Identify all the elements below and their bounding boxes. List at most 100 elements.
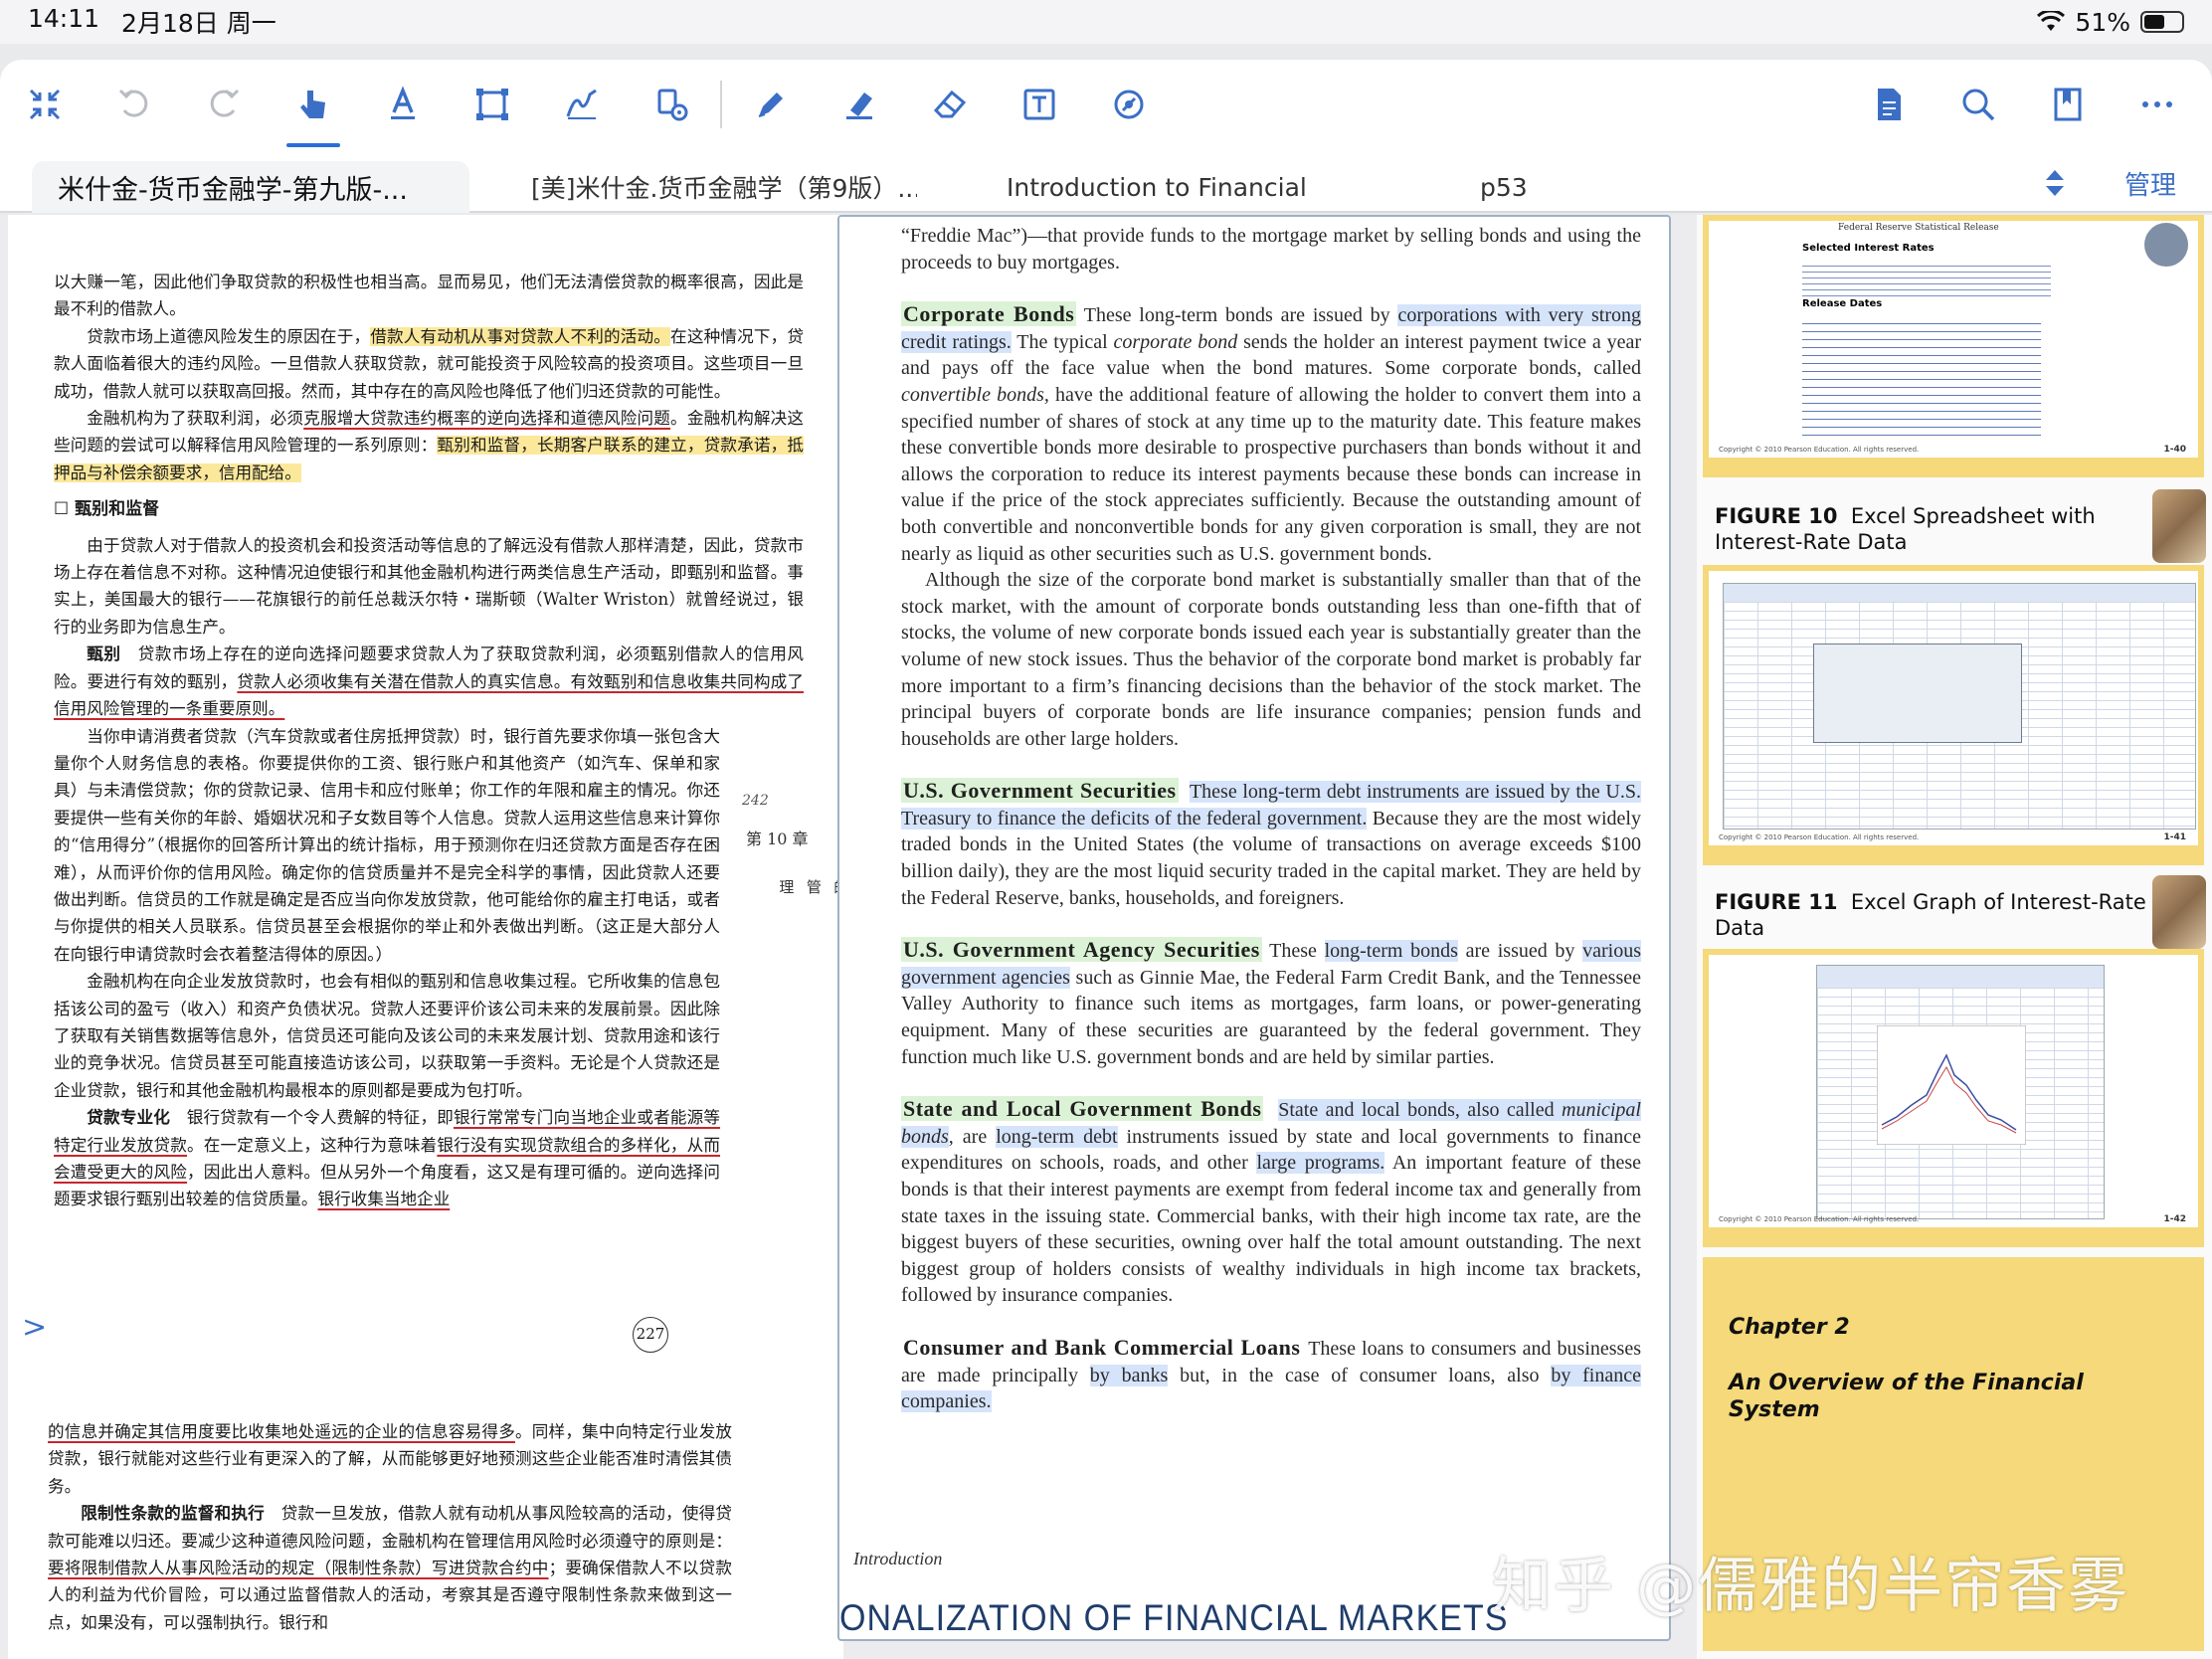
figure-caption: FIGURE 11 Excel Graph of Interest-Rate D… <box>1715 890 2146 940</box>
eagle-logo-icon <box>2144 223 2188 267</box>
select-rect-icon[interactable] <box>448 60 537 149</box>
underline-annotation[interactable]: 克服增大贷款违约概率的逆向选择和道德风险问题 <box>303 409 670 428</box>
chapter-label: Chapter 2 <box>1729 1315 1850 1340</box>
paragraph: Corporate Bonds These long-term bonds ar… <box>901 301 1642 565</box>
watermark-text: 知乎 @儒雅的半帘香雾 <box>1492 1552 2130 1621</box>
status-date: 2月18日 周一 <box>121 9 276 38</box>
paragraph: 金融机构在向企业发放贷款时，也会有相似的甄别和信息收集过程。它所收集的信息包括该… <box>54 972 720 1100</box>
highlight[interactable]: long-term debt <box>996 1125 1118 1148</box>
slide-heading: Federal Reserve Statistical Release <box>1838 223 1999 233</box>
paragraph: Although the size of the corporate bond … <box>901 569 1641 750</box>
slide-content: Federal Reserve Statistical Release Sele… <box>1709 221 2198 458</box>
page-footer: Introduction <box>853 1549 943 1568</box>
section-heading: Consumer and Bank Commercial Loans <box>903 1334 1301 1360</box>
paragraph: 由于贷款人对于借款人的投资机会和投资活动等信息的了解远没有借款人那样清楚，因此，… <box>54 535 804 637</box>
redo-icon[interactable] <box>179 60 269 149</box>
section-heading: U.S. Government Agency Securities <box>901 937 1262 963</box>
next-page-heading: ONALIZATION OF FINANCIAL MARKETS <box>839 1597 1509 1639</box>
document-tabs: 米什金-货币金融学-第九版-... [美]米什金.货币金融学（第9版）... I… <box>0 149 2212 213</box>
highlighter-icon[interactable] <box>816 60 905 149</box>
highlight[interactable]: State and local bonds, also called <box>1278 1099 1562 1122</box>
middle-page-english: “Freddie Mac”)—that provide funds to the… <box>837 215 1671 1641</box>
status-time: 14:11 <box>28 4 100 33</box>
search-icon[interactable] <box>1934 85 2023 124</box>
slide-page-number: 1-40 <box>2163 445 2186 455</box>
coins-image <box>2152 875 2206 949</box>
coins-image <box>2152 489 2206 563</box>
slide-subheading: Release Dates <box>1802 298 1883 309</box>
stamp-settings-icon[interactable] <box>627 60 716 149</box>
more-icon[interactable] <box>2113 85 2202 124</box>
toolbar-divider <box>720 81 722 128</box>
collapse-icon[interactable] <box>0 60 90 149</box>
slide-subheading: Selected Interest Rates <box>1802 243 1935 254</box>
excel-graph-image <box>1816 965 2105 1219</box>
shape-settings-icon[interactable] <box>1084 60 1174 149</box>
left-page-chinese: 以大赚一笔，因此他们争取贷款的积极性也相当高。显而易见，他们无法清偿贷款的概率很… <box>8 215 843 1659</box>
tab-mishkin-cn[interactable]: [美]米什金.货币金融学（第9版）... <box>531 161 917 213</box>
section-heading: ☐ 甄别和监督 <box>54 499 160 520</box>
slide-thumbnail[interactable]: Copyright © 2010 Pearson Education. All … <box>1703 565 2204 865</box>
slide-thumbnail[interactable]: Copyright © 2010 Pearson Education. All … <box>1703 949 2204 1247</box>
spreadsheet-image <box>1723 583 2196 830</box>
paragraph: U.S. Government Agency Securities These … <box>901 937 1641 1068</box>
pen-icon[interactable] <box>726 60 816 149</box>
chapter-title: An Overview of the Financial System <box>1729 1371 2084 1422</box>
tab-p53[interactable]: p53 <box>1480 161 1579 213</box>
slide-content: Copyright © 2010 Pearson Education. All … <box>1709 571 2198 845</box>
paragraph: 金融机构为了获取利润，必须克服增大贷款违约概率的逆向选择和道德风险问题。金融机构… <box>54 409 805 482</box>
highlight[interactable]: by banks <box>1089 1364 1169 1386</box>
chapter-number: 第 10 章 <box>746 830 809 848</box>
page-number: 227 <box>633 1317 668 1353</box>
document-viewer: 以大赚一笔，因此他们争取贷款的积极性也相当高。显而易见，他们无法清偿贷款的概率很… <box>0 215 2212 1659</box>
slide-thumbnail[interactable]: Federal Reserve Statistical Release Sele… <box>1703 215 2204 477</box>
next-page-text: 的信息并确定其信用度要比收集地处遥远的企业的信息容易得多。同样，集中向特定行业发… <box>48 1418 732 1636</box>
battery-icon <box>2140 11 2184 33</box>
highlight[interactable]: 借款人有动机从事对贷款人不利的活动。 <box>370 326 671 346</box>
slide-text-lines <box>1802 316 2041 436</box>
paragraph: 贷款专业化 银行贷款有一个令人费解的特征，即银行常常专门向当地企业或者能源等特定… <box>54 1107 721 1209</box>
hand-pointer-icon[interactable] <box>269 60 358 149</box>
paragraph: 甄别 贷款市场上存在的逆向选择问题要求贷款人为了获取贷款利润，必须甄别借款人的信… <box>54 644 805 719</box>
bookmark-icon[interactable] <box>2023 85 2113 124</box>
margin-note: 242 <box>742 793 769 809</box>
slide-page-number: 1-42 <box>2163 1214 2186 1224</box>
wifi-icon <box>2037 11 2066 31</box>
section-heading: Corporate Bonds <box>901 301 1077 327</box>
chevron-right-icon[interactable]: > <box>22 1312 47 1342</box>
slide-copyright: Copyright © 2010 Pearson Education. All … <box>1719 446 1920 454</box>
paragraph: State and Local Government Bonds State a… <box>901 1096 1641 1307</box>
signature-icon[interactable] <box>537 60 627 149</box>
tab-intro-financial[interactable]: Introduction to Financial <box>1007 161 1305 213</box>
paragraph: U.S. Government Securities These long-te… <box>901 778 1641 909</box>
slide-page-number: 1-41 <box>2163 832 2186 842</box>
underline-annotation[interactable]: 银行收集当地企业 <box>318 1190 451 1208</box>
battery-percent: 51% <box>2075 7 2130 37</box>
highlight[interactable]: long-term bonds <box>1324 940 1458 963</box>
undo-icon[interactable] <box>90 60 179 149</box>
paragraph: 贷款市场上道德风险发生的原因在于，借款人有动机从事对贷款人不利的活动。在这种情况… <box>54 326 805 401</box>
line-chart-image <box>1877 1025 2026 1145</box>
underline-annotation[interactable]: 的信息并确定其信用度要比收集地处遥远的企业的信息容易得多 <box>48 1422 515 1441</box>
document-icon[interactable] <box>1844 85 1934 124</box>
status-bar: 14:11 2月18日 周一 51% <box>0 0 2212 44</box>
highlight[interactable]: large programs. <box>1256 1152 1385 1175</box>
paragraph: 限制性条款的监督和执行 贷款一旦发放，借款人就有动机从事风险较高的活动，使得贷款… <box>48 1503 733 1632</box>
section-heading: State and Local Government Bonds <box>901 1096 1264 1122</box>
eraser-icon[interactable] <box>905 60 995 149</box>
tab-mishkin-9th[interactable]: 米什金-货币金融学-第九版-... <box>32 161 469 213</box>
underline-annotation[interactable]: 要将限制借款人从事风险活动的规定（限制性条款）写进贷款合约中 <box>48 1559 549 1577</box>
slide-content: Copyright © 2010 Pearson Education. All … <box>1709 955 2198 1227</box>
text-box-icon[interactable] <box>995 60 1084 149</box>
slide-text-lines <box>1802 261 2051 300</box>
dialog-image <box>1813 644 2022 743</box>
text-underline-icon[interactable] <box>358 60 448 149</box>
sort-icon[interactable] <box>2035 161 2075 205</box>
section-heading: U.S. Government Securities <box>901 778 1179 804</box>
paragraph: “Freddie Mac”)—that provide funds to the… <box>901 225 1641 274</box>
manage-button[interactable]: 管理 <box>2124 161 2176 205</box>
figure-caption: FIGURE 10 Excel Spreadsheet with Interes… <box>1715 504 2096 554</box>
paragraph: Consumer and Bank Commercial Loans These… <box>901 1334 1641 1413</box>
paragraph: 当你申请消费者贷款（汽车贷款或者住房抵押贷款）时，银行首先要求你填一张包含大量你… <box>54 726 720 964</box>
paragraph: 的信息并确定其信用度要比收集地处遥远的企业的信息容易得多。同样，集中向特定行业发… <box>48 1422 732 1496</box>
